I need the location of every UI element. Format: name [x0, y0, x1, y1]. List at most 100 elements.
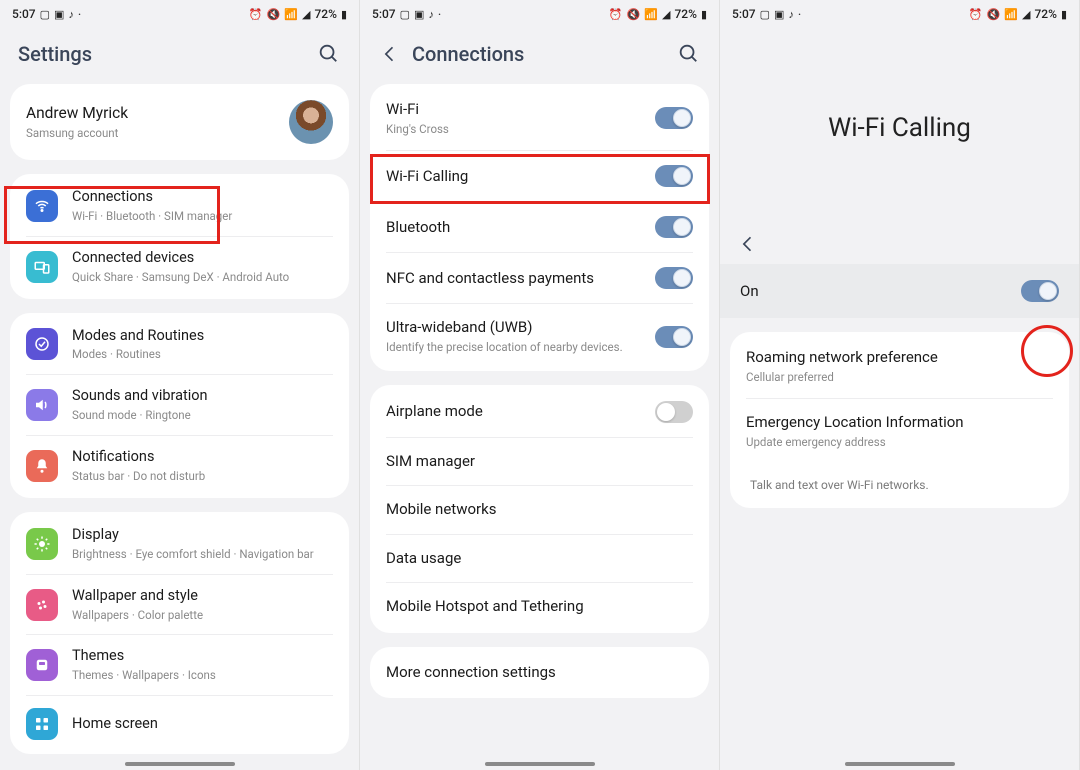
page-title: Settings — [18, 42, 317, 66]
notif-music-icon: ♪ — [428, 9, 434, 20]
conn-item-wifi[interactable]: Wi-Fi King's Cross — [370, 86, 709, 150]
back-button[interactable] — [720, 228, 1079, 264]
uwb-toggle[interactable] — [655, 326, 693, 348]
conn-item-uwb[interactable]: Ultra-wideband (UWB) Identify the precis… — [370, 304, 709, 368]
back-button[interactable] — [378, 42, 402, 66]
conn-item-bluetooth[interactable]: Bluetooth — [370, 202, 709, 252]
conn-item-sim[interactable]: SIM manager — [370, 438, 709, 486]
item-emergency-location[interactable]: Emergency Location Information Update em… — [730, 399, 1069, 463]
wifi-toggle[interactable] — [655, 107, 693, 129]
settings-item-connections[interactable]: Connections Wi-Fi · Bluetooth · SIM mana… — [10, 176, 349, 236]
battery-icon: ▮ — [701, 9, 707, 20]
conn-item-nfc[interactable]: NFC and contactless payments — [370, 253, 709, 303]
item-sub: Wallpapers · Color palette — [72, 608, 333, 623]
clock: 5:07 — [732, 7, 756, 21]
profile-card[interactable]: Andrew Myrick Samsung account — [10, 84, 349, 160]
item-sub: Update emergency address — [746, 435, 1053, 450]
display-card: Display Brightness · Eye comfort shield … — [10, 512, 349, 754]
battery-icon: ▮ — [1061, 9, 1067, 20]
airplane-toggle[interactable] — [655, 401, 693, 423]
master-toggle-row[interactable]: On — [720, 264, 1079, 318]
connections-group-3: More connection settings — [370, 647, 709, 699]
settings-item-homescreen[interactable]: Home screen — [10, 696, 349, 752]
item-sub: Brightness · Eye comfort shield · Naviga… — [72, 547, 333, 562]
notif-more-icon: · — [798, 9, 801, 20]
notif-music-icon: ♪ — [68, 9, 74, 20]
conn-item-hotspot[interactable]: Mobile Hotspot and Tethering — [370, 583, 709, 631]
profile-sub: Samsung account — [26, 126, 275, 141]
conn-item-wificalling[interactable]: Wi-Fi Calling — [370, 151, 709, 201]
settings-item-themes[interactable]: Themes Themes · Wallpapers · Icons — [10, 635, 349, 695]
connections-header: Connections — [360, 28, 719, 84]
item-label: Bluetooth — [386, 218, 641, 238]
conn-item-airplane[interactable]: Airplane mode — [370, 387, 709, 437]
nav-pill[interactable] — [125, 762, 235, 766]
clock: 5:07 — [372, 7, 396, 21]
mute-icon: 🔇 — [267, 9, 281, 20]
nav-pill[interactable] — [485, 762, 595, 766]
notif-screenshot-icon: ▣ — [54, 9, 64, 20]
item-label: Display — [72, 526, 333, 545]
item-sub: Sound mode · Ringtone — [72, 408, 333, 423]
item-label: Airplane mode — [386, 402, 641, 422]
settings-item-display[interactable]: Display Brightness · Eye comfort shield … — [10, 514, 349, 574]
item-label: Mobile networks — [386, 500, 693, 520]
item-sub: Quick Share · Samsung DeX · Android Auto — [72, 270, 333, 285]
bell-icon — [26, 450, 58, 482]
settings-item-notifications[interactable]: Notifications Status bar · Do not distur… — [10, 436, 349, 496]
item-label: SIM manager — [386, 452, 693, 472]
notif-screenshot-icon: ▣ — [414, 9, 424, 20]
wificalling-toggle[interactable] — [655, 165, 693, 187]
item-roaming-pref[interactable]: Roaming network preference Cellular pref… — [730, 334, 1069, 398]
avatar[interactable] — [289, 100, 333, 144]
conn-item-more[interactable]: More connection settings — [370, 649, 709, 697]
connections-group-2: Airplane mode SIM manager Mobile network… — [370, 385, 709, 633]
battery-icon: ▮ — [341, 9, 347, 20]
bluetooth-toggle[interactable] — [655, 216, 693, 238]
item-sub: Themes · Wallpapers · Icons — [72, 668, 333, 683]
item-label: Roaming network preference — [746, 348, 1053, 368]
connections-group-1: Wi-Fi King's Cross Wi-Fi Calling Bluetoo… — [370, 84, 709, 371]
item-label: Themes — [72, 647, 333, 666]
theme-icon — [26, 649, 58, 681]
item-label: NFC and contactless payments — [386, 269, 641, 289]
item-label: Data usage — [386, 549, 693, 569]
settings-item-modes[interactable]: Modes and Routines Modes · Routines — [10, 315, 349, 375]
profile-name: Andrew Myrick — [26, 103, 275, 123]
settings-item-connected-devices[interactable]: Connected devices Quick Share · Samsung … — [10, 237, 349, 297]
item-sub: Cellular preferred — [746, 370, 1053, 385]
page-title: Wi-Fi Calling — [828, 113, 971, 143]
wifi-status-icon: 📶 — [644, 9, 658, 20]
item-label: Sounds and vibration — [72, 387, 333, 406]
item-label: Home screen — [72, 715, 333, 734]
devices-icon — [26, 251, 58, 283]
battery-percent: 72% — [314, 7, 336, 21]
conn-item-mobile[interactable]: Mobile networks — [370, 486, 709, 534]
wificalling-master-toggle[interactable] — [1021, 280, 1059, 302]
item-label: Wi-Fi — [386, 100, 641, 120]
item-sub: Wi-Fi · Bluetooth · SIM manager — [72, 209, 333, 224]
title-area: Wi-Fi Calling — [720, 28, 1079, 228]
mute-icon: 🔇 — [987, 9, 1001, 20]
notif-photo-icon: ▢ — [400, 9, 410, 20]
search-button[interactable] — [317, 42, 341, 66]
settings-item-wallpaper[interactable]: Wallpaper and style Wallpapers · Color p… — [10, 575, 349, 635]
mute-icon: 🔇 — [627, 9, 641, 20]
wifi-status-icon: 📶 — [1004, 9, 1018, 20]
nav-pill[interactable] — [845, 762, 955, 766]
item-label: Modes and Routines — [72, 327, 333, 346]
search-button[interactable] — [677, 42, 701, 66]
status-bar: 5:07 ▢ ▣ ♪ · ⏰ 🔇 📶 ◢ 72% ▮ — [360, 0, 719, 28]
item-label: Connected devices — [72, 249, 333, 268]
item-sub: Status bar · Do not disturb — [72, 469, 333, 484]
notif-photo-icon: ▢ — [40, 9, 50, 20]
settings-item-sounds[interactable]: Sounds and vibration Sound mode · Ringto… — [10, 375, 349, 435]
battery-percent: 72% — [674, 7, 696, 21]
signal-icon: ◢ — [1022, 9, 1030, 20]
conn-item-data[interactable]: Data usage — [370, 535, 709, 583]
nfc-toggle[interactable] — [655, 267, 693, 289]
status-bar: 5:07 ▢ ▣ ♪ · ⏰ 🔇 📶 ◢ 72% ▮ — [0, 0, 359, 28]
notif-photo-icon: ▢ — [760, 9, 770, 20]
notif-screenshot-icon: ▣ — [774, 9, 784, 20]
wificalling-options: Roaming network preference Cellular pref… — [730, 332, 1069, 508]
